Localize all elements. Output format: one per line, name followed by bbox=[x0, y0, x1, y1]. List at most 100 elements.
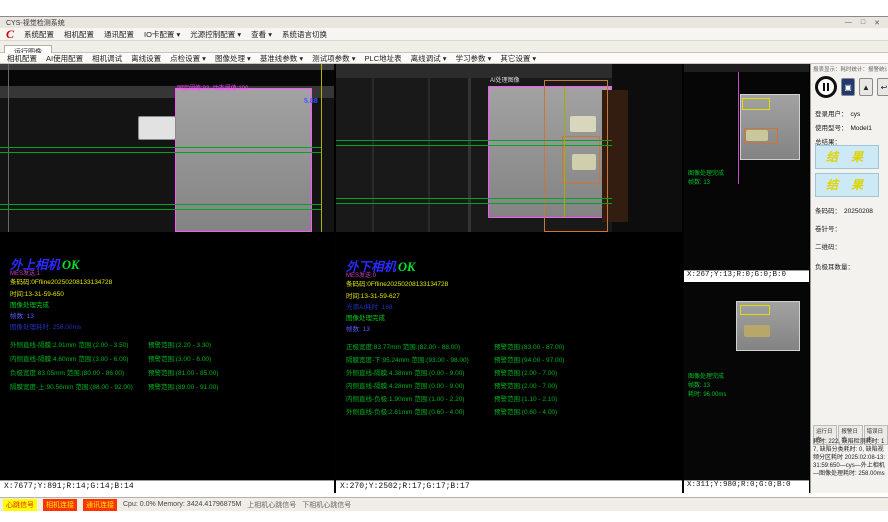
image-edge-line bbox=[8, 64, 9, 232]
image-band bbox=[0, 70, 334, 86]
status-lines: 图像处理完成 帧数: 13 耗时: 96.00ms bbox=[688, 373, 726, 400]
tab-count-label: 负极耳数量： bbox=[815, 261, 854, 271]
menu-item-io-config[interactable]: IO卡配置 ▾ bbox=[144, 29, 180, 40]
measurement-row: 正极宽度:83.77mm 范围:(82.00 - 88.00) 预警范围:(83… bbox=[346, 341, 678, 351]
baseline-overlay bbox=[0, 147, 322, 148]
measurement-warning: 预警范围:(0.60 - 4.00) bbox=[494, 406, 557, 416]
tab-connector bbox=[138, 116, 176, 140]
toolbar-item-plc-address[interactable]: PLC地址表 bbox=[365, 53, 402, 64]
measurement-value: 负极宽度:83.05mm 范围:(80.00 - 86.00) bbox=[10, 370, 124, 377]
pause-icon bbox=[827, 83, 829, 91]
measurement-warning: 预警范围:(83.00 - 87.00) bbox=[494, 341, 564, 351]
window-controls: — □ ✕ bbox=[845, 19, 888, 27]
toolbar-item-offline-debug[interactable]: 离线调试 ▾ bbox=[411, 53, 447, 64]
image-structure-line bbox=[372, 78, 374, 232]
edge-marker-line bbox=[321, 64, 322, 232]
toolbar-item-learning-params[interactable]: 学习参数 ▾ bbox=[455, 53, 491, 64]
baseline-overlay bbox=[336, 140, 612, 141]
barcode-value: 20250208 bbox=[844, 208, 873, 215]
ai-image-label: AI处理图像 bbox=[490, 75, 520, 84]
pixel-coordinates-readout: X:7677;Y:891;R:14;G:14;B:14 bbox=[0, 480, 334, 493]
comm-connection-badge: 通讯连接 bbox=[83, 499, 117, 511]
toolbar-item-spot-check[interactable]: 点检设置 ▾ bbox=[170, 53, 206, 64]
result-display-1: 结 果 bbox=[815, 145, 879, 169]
menu-item-system-config[interactable]: 系统配置 bbox=[24, 29, 54, 40]
measurement-row: 负极宽度:83.05mm 范围:(80.00 - 86.00) 预警范围:(81… bbox=[10, 367, 330, 377]
upper-camera-heartbeat: 上相机心跳信号 bbox=[247, 500, 296, 510]
measurement-warning: 预警范围:(2.20 - 3.30) bbox=[148, 339, 211, 349]
barcode-text: 条码码:0Ffline20250208133134728 bbox=[346, 278, 448, 288]
toolbar-item-ai-config[interactable]: AI使用配置 bbox=[46, 53, 83, 64]
qr-code-label: 二维码： bbox=[815, 241, 841, 251]
camera-image-lower[interactable]: AI处理图像 bbox=[336, 64, 682, 232]
status-line: 图像处理完成 bbox=[688, 170, 724, 179]
pause-button[interactable] bbox=[815, 76, 837, 98]
status-line: 帧数: 13 bbox=[688, 382, 726, 391]
result-display-2: 结 果 bbox=[815, 173, 879, 197]
trigger-icon: ▲ bbox=[862, 83, 870, 92]
pin-number-label: 卷针号： bbox=[815, 223, 841, 233]
close-button[interactable]: ✕ bbox=[874, 19, 880, 27]
menu-item-camera-config[interactable]: 相机配置 bbox=[64, 29, 94, 40]
frame-count: 帧数: 13 bbox=[346, 323, 370, 333]
trigger-button[interactable]: ▲ bbox=[859, 78, 873, 96]
barcode-label: 条码码： bbox=[815, 208, 841, 215]
login-user-label: 登录用户： bbox=[815, 111, 848, 118]
measurement-warning: 预警范围:(2.00 - 7.00) bbox=[494, 367, 557, 377]
menu-bar: C 系统配置 相机配置 通讯配置 IO卡配置 ▾ 光源控制配置 ▾ 查看 ▾ 系… bbox=[0, 28, 888, 41]
toolbar-item-other-settings[interactable]: 其它设置 ▾ bbox=[500, 53, 536, 64]
window-title: CYS-视觉检测系统 bbox=[0, 18, 65, 28]
image-band bbox=[684, 64, 809, 72]
cpu-memory-readout: Cpu: 0.0% Memory: 3424.41796875M bbox=[123, 501, 241, 508]
toolbar-item-camera-debug[interactable]: 相机调试 bbox=[92, 53, 122, 64]
toolbar-item-image-processing[interactable]: 图像处理 ▾ bbox=[215, 53, 251, 64]
heartbeat-badge: 心跳信号 bbox=[3, 499, 37, 511]
titlebar: CYS-视觉检测系统 — □ ✕ bbox=[0, 16, 888, 28]
threshold-overlay-text: 固定阈值:93, 动态阈值:100 bbox=[177, 83, 248, 92]
edge-marker-line bbox=[564, 86, 565, 218]
menu-item-language-switch[interactable]: 系统语言切换 bbox=[282, 29, 327, 40]
toolbar-item-test-params[interactable]: 测试项参数 ▾ bbox=[312, 53, 355, 64]
camera-image-upper[interactable]: 固定阈值:93, 动态阈值:100 5.88 bbox=[0, 64, 334, 232]
camera-icon: ▣ bbox=[844, 83, 852, 92]
model-value: Model1 bbox=[851, 125, 872, 132]
camera-capture-button[interactable]: ▣ bbox=[841, 78, 855, 96]
menu-item-light-config[interactable]: 光源控制配置 ▾ bbox=[190, 29, 241, 40]
maximize-button[interactable]: □ bbox=[861, 19, 865, 27]
measurement-value: 隔膜宽度-下:95.24mm 范围:(93.00 - 98.00) bbox=[346, 357, 469, 364]
tab-camera-view-2[interactable]: 图像处理完成 帧数: 13 耗时: 96.00ms bbox=[684, 283, 809, 480]
time-text: 时间:13-31-59-650 bbox=[10, 288, 64, 298]
tab-detection-box bbox=[742, 98, 770, 110]
camera-view-lower: AI处理图像 外下相机OK MES发送:0 条码码:0Ffline2025020… bbox=[336, 64, 682, 493]
main-area: 固定阈值:93, 动态阈值:100 5.88 外上相机OK MES发送:1 条码… bbox=[0, 64, 888, 493]
app-logo-icon: C bbox=[6, 29, 14, 39]
camera-connection-badge: 相机连接 bbox=[43, 499, 77, 511]
toolbar-item-baseline-params[interactable]: 基准线参数 ▾ bbox=[260, 53, 303, 64]
status-line: 耗时: 96.00ms bbox=[688, 391, 726, 400]
toolbar-item-camera-config[interactable]: 相机配置 bbox=[7, 53, 37, 64]
tab-camera-view-1[interactable]: 图像处理完成 帧数: 13 bbox=[684, 64, 809, 270]
baseline-overlay bbox=[336, 145, 612, 146]
result-ok-badge: OK bbox=[62, 258, 79, 272]
result-ok-badge: OK bbox=[398, 260, 415, 274]
return-icon: ↩ bbox=[881, 83, 888, 92]
elapsed-time: 图像处理耗时: 258.00ms bbox=[10, 321, 81, 331]
light-ai-time: 光源AI耗时: 168 bbox=[346, 301, 393, 311]
status-line: 图像处理完成 bbox=[688, 373, 726, 382]
menu-item-view[interactable]: 查看 ▾ bbox=[251, 29, 272, 40]
tab-detection-box bbox=[744, 128, 778, 144]
minimize-button[interactable]: — bbox=[845, 19, 852, 27]
measurement-row: 内侧直线-隔膜:4.60mm 范围:(3.00 - 6.00) 预警范围:(3.… bbox=[10, 353, 330, 363]
toolbar-item-offline-settings[interactable]: 离线设置 bbox=[131, 53, 161, 64]
lower-camera-heartbeat: 下相机心跳信号 bbox=[302, 500, 351, 510]
panel-header: 报表显示：耗时统计：报警统计 bbox=[813, 65, 887, 73]
model-label: 使用型号： bbox=[815, 125, 848, 132]
measurement-value: 内侧直线-隔膜:4.60mm 范围:(3.00 - 6.00) bbox=[10, 356, 128, 363]
measurement-value: 外侧直线-负极:2.61mm 范围:(0.60 - 4.00) bbox=[346, 409, 464, 416]
right-panel: 报表显示：耗时统计：报警统计 ▣ ▲ ↩ 登录用户：cys 使用型号：Model… bbox=[810, 64, 888, 493]
process-status: 图像处理完成 bbox=[10, 299, 49, 309]
reset-button[interactable]: ↩ bbox=[877, 78, 888, 96]
menu-item-comm-config[interactable]: 通讯配置 bbox=[104, 29, 134, 40]
model-row: 使用型号：Model1 bbox=[815, 122, 872, 132]
log-panel[interactable]: 耗时: 222, 缺陷检测耗时: 17, 缺陷分类耗时: 0, 缺陷视频分区耗时… bbox=[813, 438, 886, 492]
